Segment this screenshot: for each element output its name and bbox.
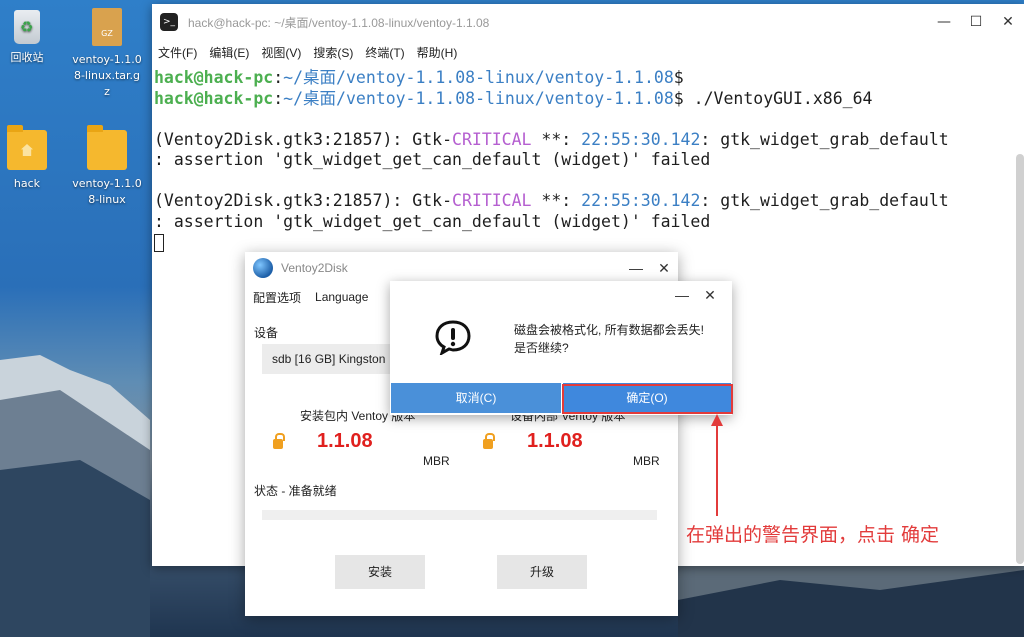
desktop-icon-folder[interactable]: ventoy-1.1.08-linux (72, 125, 142, 208)
menu-help[interactable]: 帮助(H) (417, 44, 458, 61)
error-line: : assertion 'gtk_widget_get_can_default … (154, 211, 711, 231)
desktop-icon-trash[interactable]: 回收站 (0, 10, 62, 66)
upgrade-button[interactable]: 升级 (497, 555, 587, 589)
prompt-line: hack@hack-pc:~/桌面/ventoy-1.1.08-linux/ve… (154, 68, 684, 87)
desktop-icon-archive[interactable]: GZ ventoy-1.1.08-linux.tar.gz (72, 8, 142, 100)
archive-icon: GZ (92, 8, 122, 46)
cancel-button[interactable]: 取消(C) (391, 383, 561, 413)
home-folder-icon (7, 125, 47, 170)
warning-speech-icon (435, 320, 471, 355)
folder-icon (87, 125, 127, 170)
lock-icon (273, 433, 285, 449)
device-label: 设备 (254, 326, 279, 340)
trash-icon (14, 10, 40, 44)
minimize-icon[interactable]: — (622, 252, 650, 284)
terminal-cursor (154, 233, 164, 252)
terminal-titlebar[interactable]: >_ hack@hack-pc: ~/桌面/ventoy-1.1.08-linu… (152, 4, 1024, 40)
device-version: 1.1.08 (527, 430, 583, 452)
dialog-message: 磁盘会被格式化, 所有数据都会丢失! 是否继续? (514, 323, 705, 355)
terminal-menubar: 文件(F) 编辑(E) 视图(V) 搜索(S) 终端(T) 帮助(H) (152, 40, 1024, 64)
ventoy-logo-icon (253, 258, 273, 278)
menu-edit[interactable]: 编辑(E) (209, 44, 249, 61)
lock-icon (483, 433, 495, 449)
error-line: (Ventoy2Disk.gtk3:21857): Gtk-CRITICAL *… (154, 191, 949, 210)
status-text: 状态 - 准备就绪 (254, 484, 337, 498)
device-partition-scheme: MBR (633, 454, 660, 468)
error-line: : assertion 'gtk_widget_get_can_default … (154, 150, 711, 169)
close-icon[interactable]: ✕ (650, 252, 678, 284)
maximize-icon[interactable]: ☐ (960, 4, 992, 40)
package-version: 1.1.08 (317, 430, 373, 452)
package-partition-scheme: MBR (423, 454, 450, 468)
install-button[interactable]: 安装 (335, 555, 425, 589)
desktop-icon-label: hack (13, 177, 41, 190)
progress-bar (262, 510, 657, 520)
annotation-text: 在弹出的警告界面，点击 确定 (686, 524, 940, 546)
ok-button-highlight (562, 384, 733, 414)
error-line: (Ventoy2Disk.gtk3:21857): Gtk-CRITICAL *… (154, 129, 949, 149)
terminal-scrollbar[interactable] (1016, 154, 1024, 564)
terminal-output[interactable]: hack@hack-pc:~/桌面/ventoy-1.1.08-linux/ve… (152, 64, 1024, 253)
menu-search[interactable]: 搜索(S) (313, 44, 353, 61)
terminal-title: hack@hack-pc: ~/桌面/ventoy-1.1.08-linux/v… (188, 15, 490, 30)
menu-file[interactable]: 文件(F) (158, 44, 197, 61)
menu-view[interactable]: 视图(V) (261, 44, 301, 61)
prompt-line: hack@hack-pc:~/桌面/ventoy-1.1.08-linux/ve… (154, 88, 873, 108)
menu-language[interactable]: Language (315, 290, 368, 304)
desktop-icon-label: ventoy-1.1.08-linux.tar.gz (72, 53, 142, 98)
menu-terminal[interactable]: 终端(T) (365, 44, 404, 61)
close-icon[interactable]: ✕ (696, 287, 724, 304)
ventoy-title: Ventoy2Disk (281, 261, 348, 275)
ventoy-titlebar[interactable]: Ventoy2Disk — ✕ (245, 252, 678, 284)
desktop-icon-label: 回收站 (10, 51, 44, 64)
menu-options[interactable]: 配置选项 (253, 289, 301, 306)
close-icon[interactable]: ✕ (992, 4, 1024, 40)
minimize-icon[interactable]: — (668, 287, 696, 304)
minimize-icon[interactable]: — (928, 4, 960, 40)
desktop-icon-label: ventoy-1.1.08-linux (72, 177, 142, 206)
terminal-app-icon: >_ (160, 13, 178, 31)
desktop-icon-home-folder[interactable]: hack (0, 125, 62, 192)
